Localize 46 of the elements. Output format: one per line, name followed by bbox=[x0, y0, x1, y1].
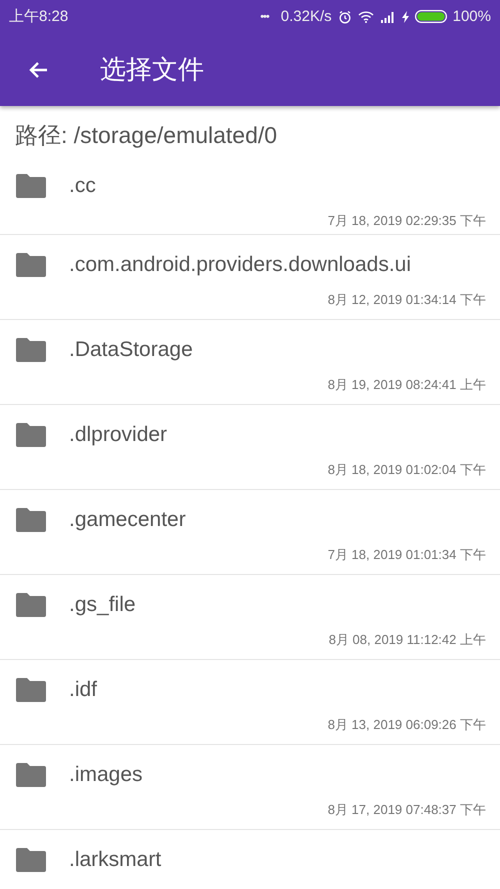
file-name: .gs_file bbox=[69, 593, 136, 617]
file-name: .images bbox=[69, 763, 143, 787]
file-name: .gamecenter bbox=[69, 508, 186, 532]
charging-icon bbox=[402, 10, 409, 22]
alarm-icon bbox=[338, 10, 352, 24]
modified-date: 8月 18, 2019 01:02:04 下午 bbox=[328, 461, 486, 479]
battery-percent: 100% bbox=[452, 8, 491, 25]
file-row[interactable]: .dlprovider 8月 18, 2019 01:02:04 下午 bbox=[0, 405, 500, 490]
file-row[interactable]: .cc 7月 18, 2019 02:29:35 下午 bbox=[0, 156, 500, 235]
folder-icon bbox=[16, 593, 46, 617]
file-name: .cc bbox=[69, 174, 96, 198]
file-name: .com.android.providers.downloads.ui bbox=[69, 253, 412, 277]
folder-icon bbox=[16, 338, 46, 362]
file-row[interactable]: .com.android.providers.downloads.ui 8月 12, 2019 01:34:14 下午 bbox=[0, 235, 500, 320]
folder-icon bbox=[16, 253, 46, 277]
modified-date: 7月 18, 2019 02:29:35 下午 bbox=[328, 212, 486, 230]
path-label: 路径: /storage/emulated/0 bbox=[14, 120, 278, 150]
file-row[interactable]: .images 8月 17, 2019 07:48:37 下午 bbox=[0, 745, 500, 830]
folder-icon bbox=[16, 848, 46, 872]
file-row[interactable]: .larksmart bbox=[0, 830, 500, 889]
network-speed: 0.32K/s bbox=[280, 8, 332, 25]
file-row[interactable]: .gs_file 8月 08, 2019 11:12:42 上午 bbox=[0, 575, 500, 660]
file-name: .dlprovider bbox=[69, 423, 168, 447]
signal-icon bbox=[380, 10, 396, 22]
status-time: 上午8:28 bbox=[9, 7, 68, 26]
modified-date: 8月 12, 2019 01:34:14 下午 bbox=[328, 291, 486, 309]
folder-icon bbox=[16, 763, 46, 787]
file-name: .idf bbox=[69, 678, 98, 702]
modified-date: 8月 17, 2019 07:48:37 下午 bbox=[328, 801, 486, 819]
battery-icon bbox=[414, 10, 447, 23]
folder-icon bbox=[16, 508, 46, 532]
file-row[interactable]: .gamecenter 7月 18, 2019 01:01:34 下午 bbox=[0, 490, 500, 575]
file-row[interactable]: .idf 8月 13, 2019 06:09:26 下午 bbox=[0, 660, 500, 745]
wifi-icon bbox=[358, 10, 374, 22]
screen-title: 选择文件 bbox=[100, 53, 204, 86]
folder-icon bbox=[16, 174, 46, 198]
modified-date: 8月 08, 2019 11:12:42 上午 bbox=[328, 631, 486, 649]
file-name: .DataStorage bbox=[69, 338, 193, 362]
more-indicator: ••• bbox=[260, 10, 269, 22]
modified-date: 7月 18, 2019 01:01:34 下午 bbox=[328, 546, 486, 564]
file-row[interactable]: .DataStorage 8月 19, 2019 08:24:41 上午 bbox=[0, 320, 500, 405]
modified-date: 8月 19, 2019 08:24:41 上午 bbox=[328, 376, 486, 394]
folder-icon bbox=[16, 423, 46, 447]
folder-icon bbox=[16, 678, 46, 702]
modified-date: 8月 13, 2019 06:09:26 下午 bbox=[328, 716, 486, 734]
file-name: .larksmart bbox=[69, 848, 162, 872]
